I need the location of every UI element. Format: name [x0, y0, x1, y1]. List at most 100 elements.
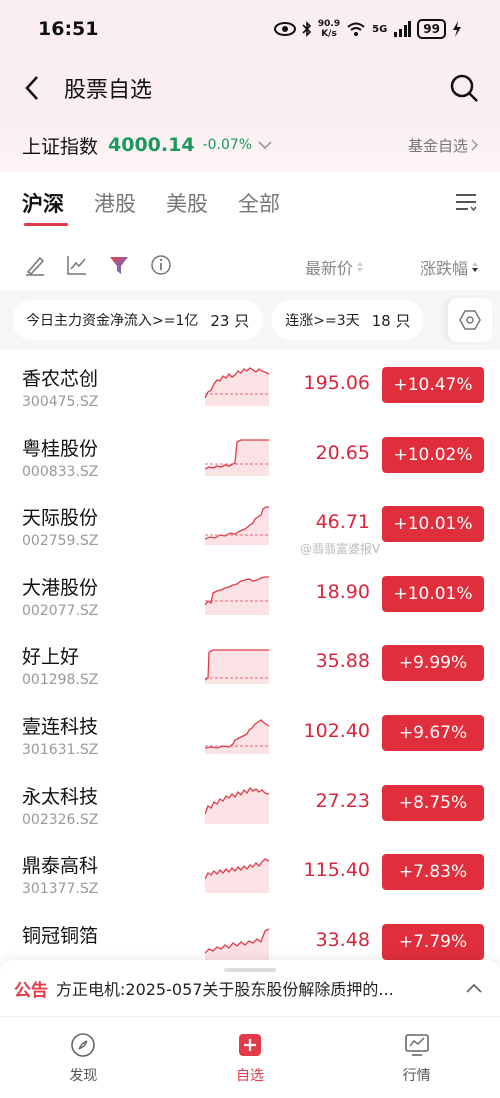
- sparkline: [205, 858, 269, 894]
- status-time: 16:51: [38, 18, 99, 40]
- stock-name: 天际股份: [22, 507, 99, 530]
- stock-row[interactable]: 壹连科技 301631.SZ 102.40 +9.67%: [0, 698, 500, 768]
- line-chart-icon[interactable]: [64, 252, 90, 278]
- search-icon: [450, 74, 478, 102]
- net-speed: 90.9 K/s: [317, 19, 341, 39]
- sparkline: [205, 928, 269, 963]
- tab-hong-kong[interactable]: 港股: [94, 172, 136, 234]
- change-column-header[interactable]: 涨跌幅: [420, 255, 479, 279]
- wifi-icon: [347, 22, 365, 36]
- nav-watchlist[interactable]: 自选: [167, 1017, 334, 1098]
- monitor-chart-icon: [403, 1031, 431, 1059]
- network-type: 5G: [372, 23, 388, 35]
- market-tabs: 沪深 港股 美股 全部: [0, 172, 500, 234]
- status-icons: 90.9 K/s 5G 99: [273, 19, 462, 39]
- sparkline: [205, 719, 269, 754]
- stock-code: 300475.SZ: [22, 394, 99, 410]
- sparkline: [205, 576, 269, 615]
- announcement-bar[interactable]: 公告 方正电机:2025-057关于股东股份解除质押的...: [0, 960, 500, 1016]
- change-badge[interactable]: +10.02%: [382, 436, 484, 473]
- change-badge[interactable]: +8.75%: [382, 784, 484, 821]
- stock-price: 33.48: [315, 928, 370, 951]
- filter-row: 今日主力资金净流入>=1亿 23 只 连涨>=3天 18 只: [0, 290, 500, 350]
- edit-icon[interactable]: [22, 252, 48, 278]
- price-column-header[interactable]: 最新价: [305, 255, 364, 279]
- stock-row[interactable]: 粤桂股份 000833.SZ 20.65 +10.02%: [0, 420, 500, 490]
- tab-shanghai-shenzhen[interactable]: 沪深: [22, 172, 68, 234]
- stock-code: 301377.SZ: [22, 881, 99, 898]
- bluetooth-icon: [302, 21, 312, 37]
- stock-price: 18.90: [315, 580, 370, 603]
- toolbar: 最新价 涨跌幅: [0, 240, 500, 290]
- tab-all[interactable]: 全部: [238, 172, 280, 234]
- filter-icon[interactable]: [106, 252, 132, 278]
- stock-price: 35.88: [315, 650, 370, 673]
- nav-discover[interactable]: 发现: [0, 1017, 167, 1098]
- stock-price: 195.06: [303, 372, 370, 394]
- change-badge[interactable]: +10.01%: [382, 575, 484, 612]
- change-badge[interactable]: +9.99%: [382, 645, 484, 682]
- page-title: 股票自选: [64, 78, 153, 103]
- index-value: 4000.14: [108, 134, 195, 156]
- search-button[interactable]: [444, 68, 484, 108]
- announcement-text: 方正电机:2025-057关于股东股份解除质押的...: [56, 980, 394, 999]
- nav-market[interactable]: 行情: [333, 1017, 500, 1098]
- back-button[interactable]: [0, 58, 64, 118]
- sparkline: [205, 786, 269, 824]
- sparkline: [205, 367, 269, 406]
- stock-row[interactable]: 好上好 001298.SZ 35.88 +9.99%: [0, 628, 500, 698]
- chevron-right-icon: [471, 139, 478, 151]
- stock-code: 002326.SZ: [22, 811, 99, 828]
- sparkline: [205, 438, 269, 476]
- signal-icon: [394, 21, 412, 37]
- change-badge[interactable]: +9.67%: [382, 714, 484, 751]
- stock-row[interactable]: 大港股份 002077.SZ 18.90 +10.01%: [0, 559, 500, 629]
- change-badge[interactable]: +10.01%: [382, 506, 484, 543]
- plus-square-icon: [236, 1031, 264, 1059]
- change-badge[interactable]: +7.79%: [382, 923, 484, 960]
- hexagon-settings-icon: [459, 310, 481, 330]
- bottom-nav: 发现 自选 行情: [0, 1016, 500, 1098]
- stock-price: 102.40: [303, 719, 370, 742]
- watermark: @翡翡富婆报V: [300, 542, 381, 556]
- charging-icon: [453, 21, 461, 37]
- stock-row[interactable]: 香农芯创 300475.SZ 195.06 +10.47%: [0, 350, 500, 420]
- stock-code: 001298.SZ: [22, 672, 99, 689]
- chevron-down-icon[interactable]: [258, 140, 272, 150]
- stock-row[interactable]: 鼎泰高科 301377.SZ 115.40 +7.83%: [0, 837, 500, 907]
- eye-icon: [273, 22, 296, 36]
- sort-desc-icon: [472, 262, 479, 272]
- filter-chip-capital-inflow[interactable]: 今日主力资金净流入>=1亿 23 只: [12, 300, 264, 340]
- sparkline: [205, 649, 269, 685]
- header: 股票自选: [0, 58, 500, 118]
- change-badge[interactable]: +7.83%: [382, 854, 484, 891]
- index-change: -0.07%: [202, 137, 253, 153]
- compass-icon: [69, 1031, 97, 1059]
- fund-watchlist-link[interactable]: 基金自选: [408, 135, 478, 156]
- tab-us[interactable]: 美股: [166, 172, 208, 234]
- stock-code: 002077.SZ: [22, 602, 99, 619]
- change-badge[interactable]: +10.47%: [382, 367, 484, 403]
- index-bar[interactable]: 上证指数 4000.14 -0.07% 基金自选: [0, 118, 500, 172]
- stock-row[interactable]: 天际股份 002759.SZ 46.71 +10.01%: [0, 489, 500, 559]
- info-icon[interactable]: [148, 252, 174, 278]
- sort-icon: [357, 262, 364, 272]
- stock-price: 46.71: [315, 511, 370, 534]
- stock-name: 壹连科技: [22, 715, 99, 738]
- stock-row[interactable]: 永太科技 002326.SZ 27.23 +8.75%: [0, 768, 500, 838]
- stock-code: 301631.SZ: [22, 741, 99, 758]
- drag-handle[interactable]: [224, 968, 276, 972]
- status-bar: 16:51 90.9 K/s 5G 99: [0, 0, 500, 58]
- chevron-left-icon: [25, 76, 38, 100]
- chevron-up-icon[interactable]: [464, 978, 484, 998]
- stock-price: 27.23: [315, 789, 370, 812]
- stock-name: 大港股份: [22, 576, 99, 599]
- sparkline: [205, 506, 269, 546]
- stock-name: 好上好: [22, 646, 80, 669]
- list-settings-icon[interactable]: [454, 190, 478, 214]
- filter-chip-consecutive-rise[interactable]: 连涨>=3天 18 只: [271, 300, 425, 340]
- stock-name: 鼎泰高科: [22, 855, 99, 878]
- filter-settings-button[interactable]: [448, 298, 492, 342]
- stock-price: 115.40: [303, 859, 370, 882]
- stock-list: 香农芯创 300475.SZ 195.06 +10.47% 粤桂股份 00083…: [0, 350, 500, 976]
